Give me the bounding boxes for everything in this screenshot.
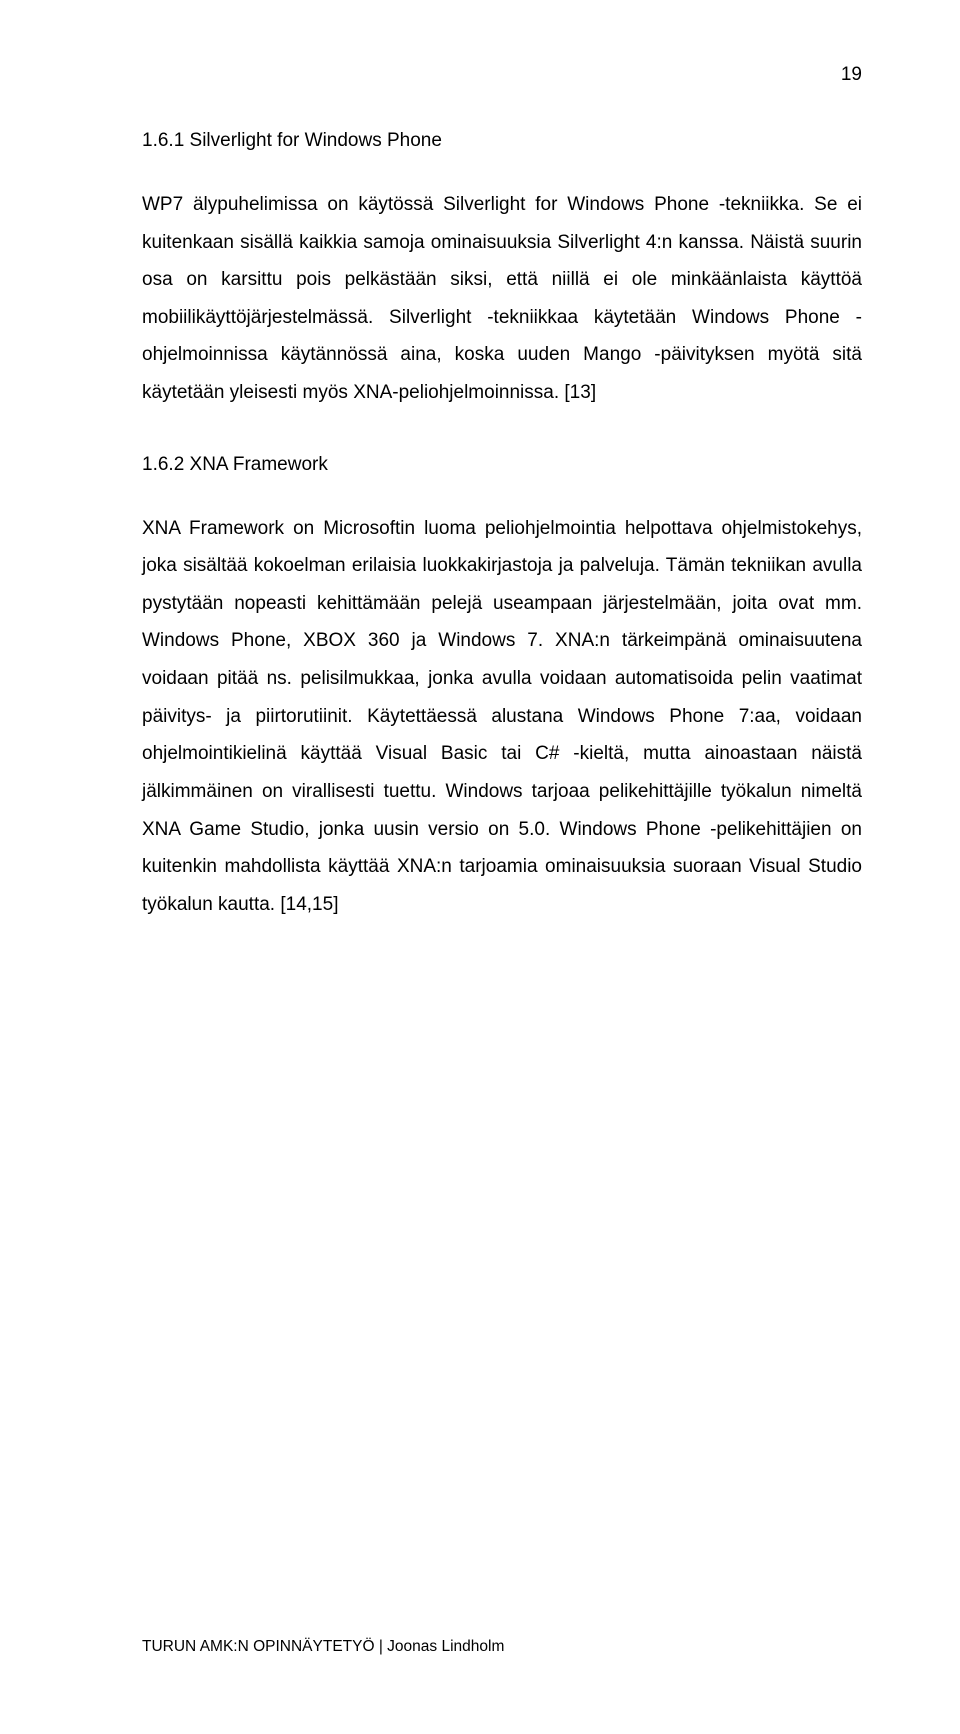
section-paragraph-1-6-2: XNA Framework on Microsoftin luoma pelio…	[142, 510, 862, 924]
section-paragraph-1-6-1: WP7 älypuhelimissa on käytössä Silverlig…	[142, 186, 862, 412]
page-number: 19	[841, 64, 862, 86]
page-content: 1.6.1 Silverlight for Windows Phone WP7 …	[142, 130, 862, 923]
footer-text: TURUN AMK:N OPINNÄYTETYÖ | Joonas Lindho…	[142, 1638, 504, 1656]
section-heading-1-6-1: 1.6.1 Silverlight for Windows Phone	[142, 130, 862, 152]
section-heading-1-6-2: 1.6.2 XNA Framework	[142, 454, 862, 476]
page: 19 1.6.1 Silverlight for Windows Phone W…	[0, 0, 960, 1734]
